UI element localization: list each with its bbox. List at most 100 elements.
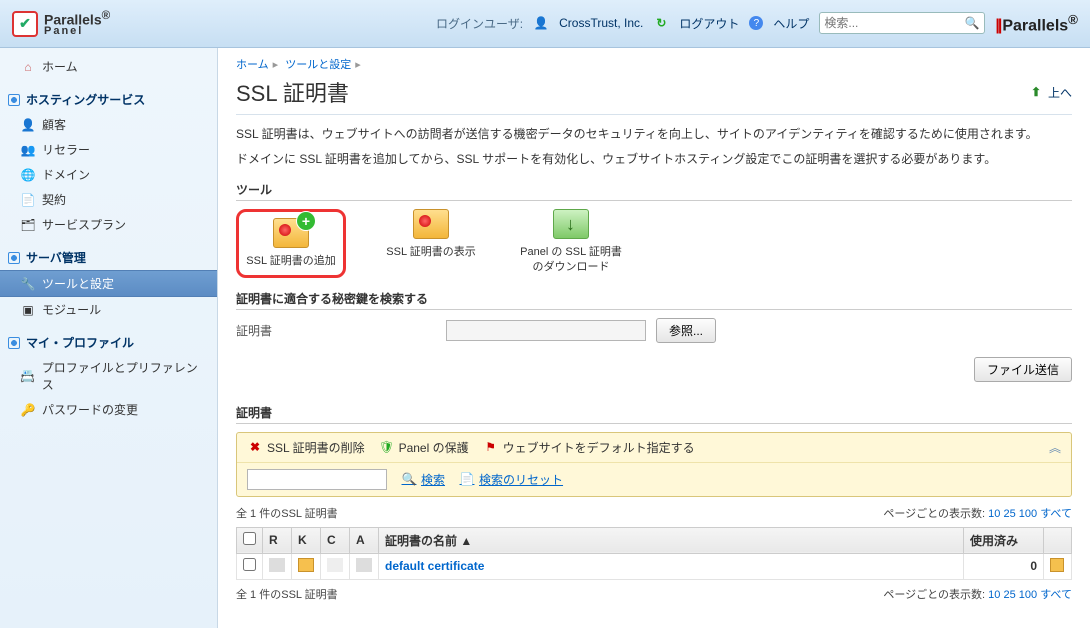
table-row: default certificate 0 (237, 553, 1072, 579)
brand-icon: ✔ (12, 11, 38, 37)
a-icon (356, 558, 372, 572)
cert-file-label: 証明書 (236, 322, 436, 339)
user-icon: 👤 (533, 15, 549, 31)
perpage-100-b[interactable]: 100 (1019, 589, 1037, 601)
page-desc-1: SSL 証明書は、ウェブサイトへの訪問者が送信する機密データのセキュリティを向上… (236, 125, 1072, 144)
save-icon[interactable] (1050, 558, 1064, 572)
breadcrumb: ホーム▸ ツールと設定▸ (236, 56, 1072, 72)
tool-view-ssl[interactable]: SSL 証明書の表示 (376, 209, 486, 259)
crumb-home[interactable]: ホーム (236, 59, 269, 71)
sidebar-item-modules[interactable]: ▣モジュール (0, 297, 217, 322)
protect-panel-button[interactable]: 🛡Panel の保護 (379, 439, 469, 456)
sidebar-group-profile[interactable]: マイ・プロファイル (0, 330, 217, 355)
sidebar-item-profile[interactable]: 📇プロファイルとプリファレンス (0, 355, 217, 397)
logout-icon: ↻ (653, 15, 669, 31)
add-ssl-icon (273, 218, 309, 248)
flag-icon: ⚑ (483, 439, 499, 455)
contracts-icon: 📄 (20, 192, 36, 208)
list-reset-button[interactable]: 📄検索のリセット (459, 471, 563, 488)
search-icon[interactable]: 🔍 (964, 15, 980, 31)
sidebar-item-plans[interactable]: 🗂サービスプラン (0, 212, 217, 237)
cert-table: R K C A 証明書の名前 ▲ 使用済み default certificat… (236, 527, 1072, 580)
sidebar-item-tools[interactable]: 🔧ツールと設定 (0, 270, 217, 297)
home-icon: ⌂ (20, 59, 36, 75)
plans-icon: 🗂 (20, 217, 36, 233)
customers-icon: 👤 (20, 117, 36, 133)
shield-icon: 🛡 (379, 439, 395, 455)
browse-button[interactable]: 参照... (656, 318, 716, 343)
panel-collapse[interactable]: ︽ (1049, 439, 1061, 456)
col-k[interactable]: K (292, 527, 321, 553)
search-input[interactable] (824, 16, 964, 30)
find-heading: 証明書に適合する秘密鍵を検索する (236, 290, 1072, 310)
profile-icon: 📇 (20, 368, 36, 384)
set-default-button[interactable]: ⚑ウェブサイトをデフォルト指定する (483, 439, 695, 456)
page-desc-2: ドメインに SSL 証明書を追加してから、SSL サポートを有効化し、ウェブサイ… (236, 150, 1072, 169)
perpage-all-b[interactable]: すべて (1040, 589, 1072, 601)
up-icon: ⬆ (1028, 84, 1044, 100)
company-link[interactable]: CrossTrust, Inc. (559, 16, 643, 30)
sidebar-item-contracts[interactable]: 📄契約 (0, 187, 217, 212)
sidebar-item-password[interactable]: 🔑パスワードの変更 (0, 397, 217, 422)
domains-icon: 🌐 (20, 167, 36, 183)
r-icon (269, 558, 285, 572)
reset-icon: 📄 (459, 471, 475, 487)
perpage-25-b[interactable]: 25 (1003, 589, 1015, 601)
row-checkbox[interactable] (243, 558, 256, 571)
cert-used: 0 (964, 553, 1044, 579)
crumb-tools[interactable]: ツールと設定 (285, 59, 351, 71)
sidebar-group-server[interactable]: サーバ管理 (0, 245, 217, 270)
tools-icon: 🔧 (20, 276, 36, 292)
password-icon: 🔑 (20, 402, 36, 418)
col-r[interactable]: R (263, 527, 292, 553)
perpage-10-b[interactable]: 10 (988, 589, 1000, 601)
search-icon-2: 🔍 (401, 471, 417, 487)
result-count-top: 全 1 件のSSL 証明書 (236, 505, 338, 521)
help-link[interactable]: ヘルプ (773, 15, 809, 32)
sidebar-item-home[interactable]: ⌂ホーム (0, 54, 217, 79)
view-ssl-icon (413, 209, 449, 239)
pager-top: ページごとの表示数: 10 25 100 すべて (883, 505, 1072, 521)
sidebar-item-resellers[interactable]: 👥リセラー (0, 137, 217, 162)
list-search-input[interactable] (247, 469, 387, 490)
login-user-label: ログインユーザ: (436, 15, 523, 32)
parallels-logo: ||Parallels® (995, 12, 1078, 35)
download-ssl-icon (553, 209, 589, 239)
brand-line2: Panel (44, 26, 110, 37)
perpage-all[interactable]: すべて (1040, 508, 1072, 520)
perpage-10[interactable]: 10 (988, 508, 1000, 520)
file-send-button[interactable]: ファイル送信 (974, 357, 1072, 382)
col-name[interactable]: 証明書の名前 ▲ (379, 527, 964, 553)
pager-bottom: ページごとの表示数: 10 25 100 すべて (883, 586, 1072, 602)
delete-ssl-button[interactable]: ✖SSL 証明書の削除 (247, 439, 365, 456)
page-title: SSL 証明書 (236, 76, 349, 108)
sidebar-group-hosting[interactable]: ホスティングサービス (0, 87, 217, 112)
col-c[interactable]: C (321, 527, 350, 553)
help-icon: ? (749, 16, 763, 30)
modules-icon: ▣ (20, 302, 36, 318)
logout-link[interactable]: ログアウト (679, 15, 739, 32)
perpage-100[interactable]: 100 (1019, 508, 1037, 520)
tool-add-ssl[interactable]: SSL 証明書の追加 (236, 209, 346, 277)
perpage-25[interactable]: 25 (1003, 508, 1015, 520)
col-used[interactable]: 使用済み (964, 527, 1044, 553)
up-link[interactable]: ⬆上へ (1028, 84, 1072, 101)
sidebar-item-domains[interactable]: 🌐ドメイン (0, 162, 217, 187)
select-all-checkbox[interactable] (243, 532, 256, 545)
list-search-button[interactable]: 🔍検索 (401, 471, 445, 488)
c-icon (327, 558, 343, 572)
col-a[interactable]: A (350, 527, 379, 553)
cert-name-link[interactable]: default certificate (385, 559, 484, 573)
cert-file-input[interactable] (446, 320, 646, 341)
sidebar-item-customers[interactable]: 👤顧客 (0, 112, 217, 137)
delete-icon: ✖ (247, 439, 263, 455)
list-toolbar: ✖SSL 証明書の削除 🛡Panel の保護 ⚑ウェブサイトをデフォルト指定する… (236, 432, 1072, 497)
list-heading: 証明書 (236, 404, 1072, 424)
result-count-bottom: 全 1 件のSSL 証明書 (236, 586, 338, 602)
resellers-icon: 👥 (20, 142, 36, 158)
k-icon (298, 558, 314, 572)
tools-heading: ツール (236, 181, 1072, 201)
brand-logo: ✔ Parallels® Panel (12, 10, 110, 38)
tool-download-ssl[interactable]: Panel の SSL 証明書のダウンロード (516, 209, 626, 274)
global-search[interactable]: 🔍 (819, 12, 985, 34)
